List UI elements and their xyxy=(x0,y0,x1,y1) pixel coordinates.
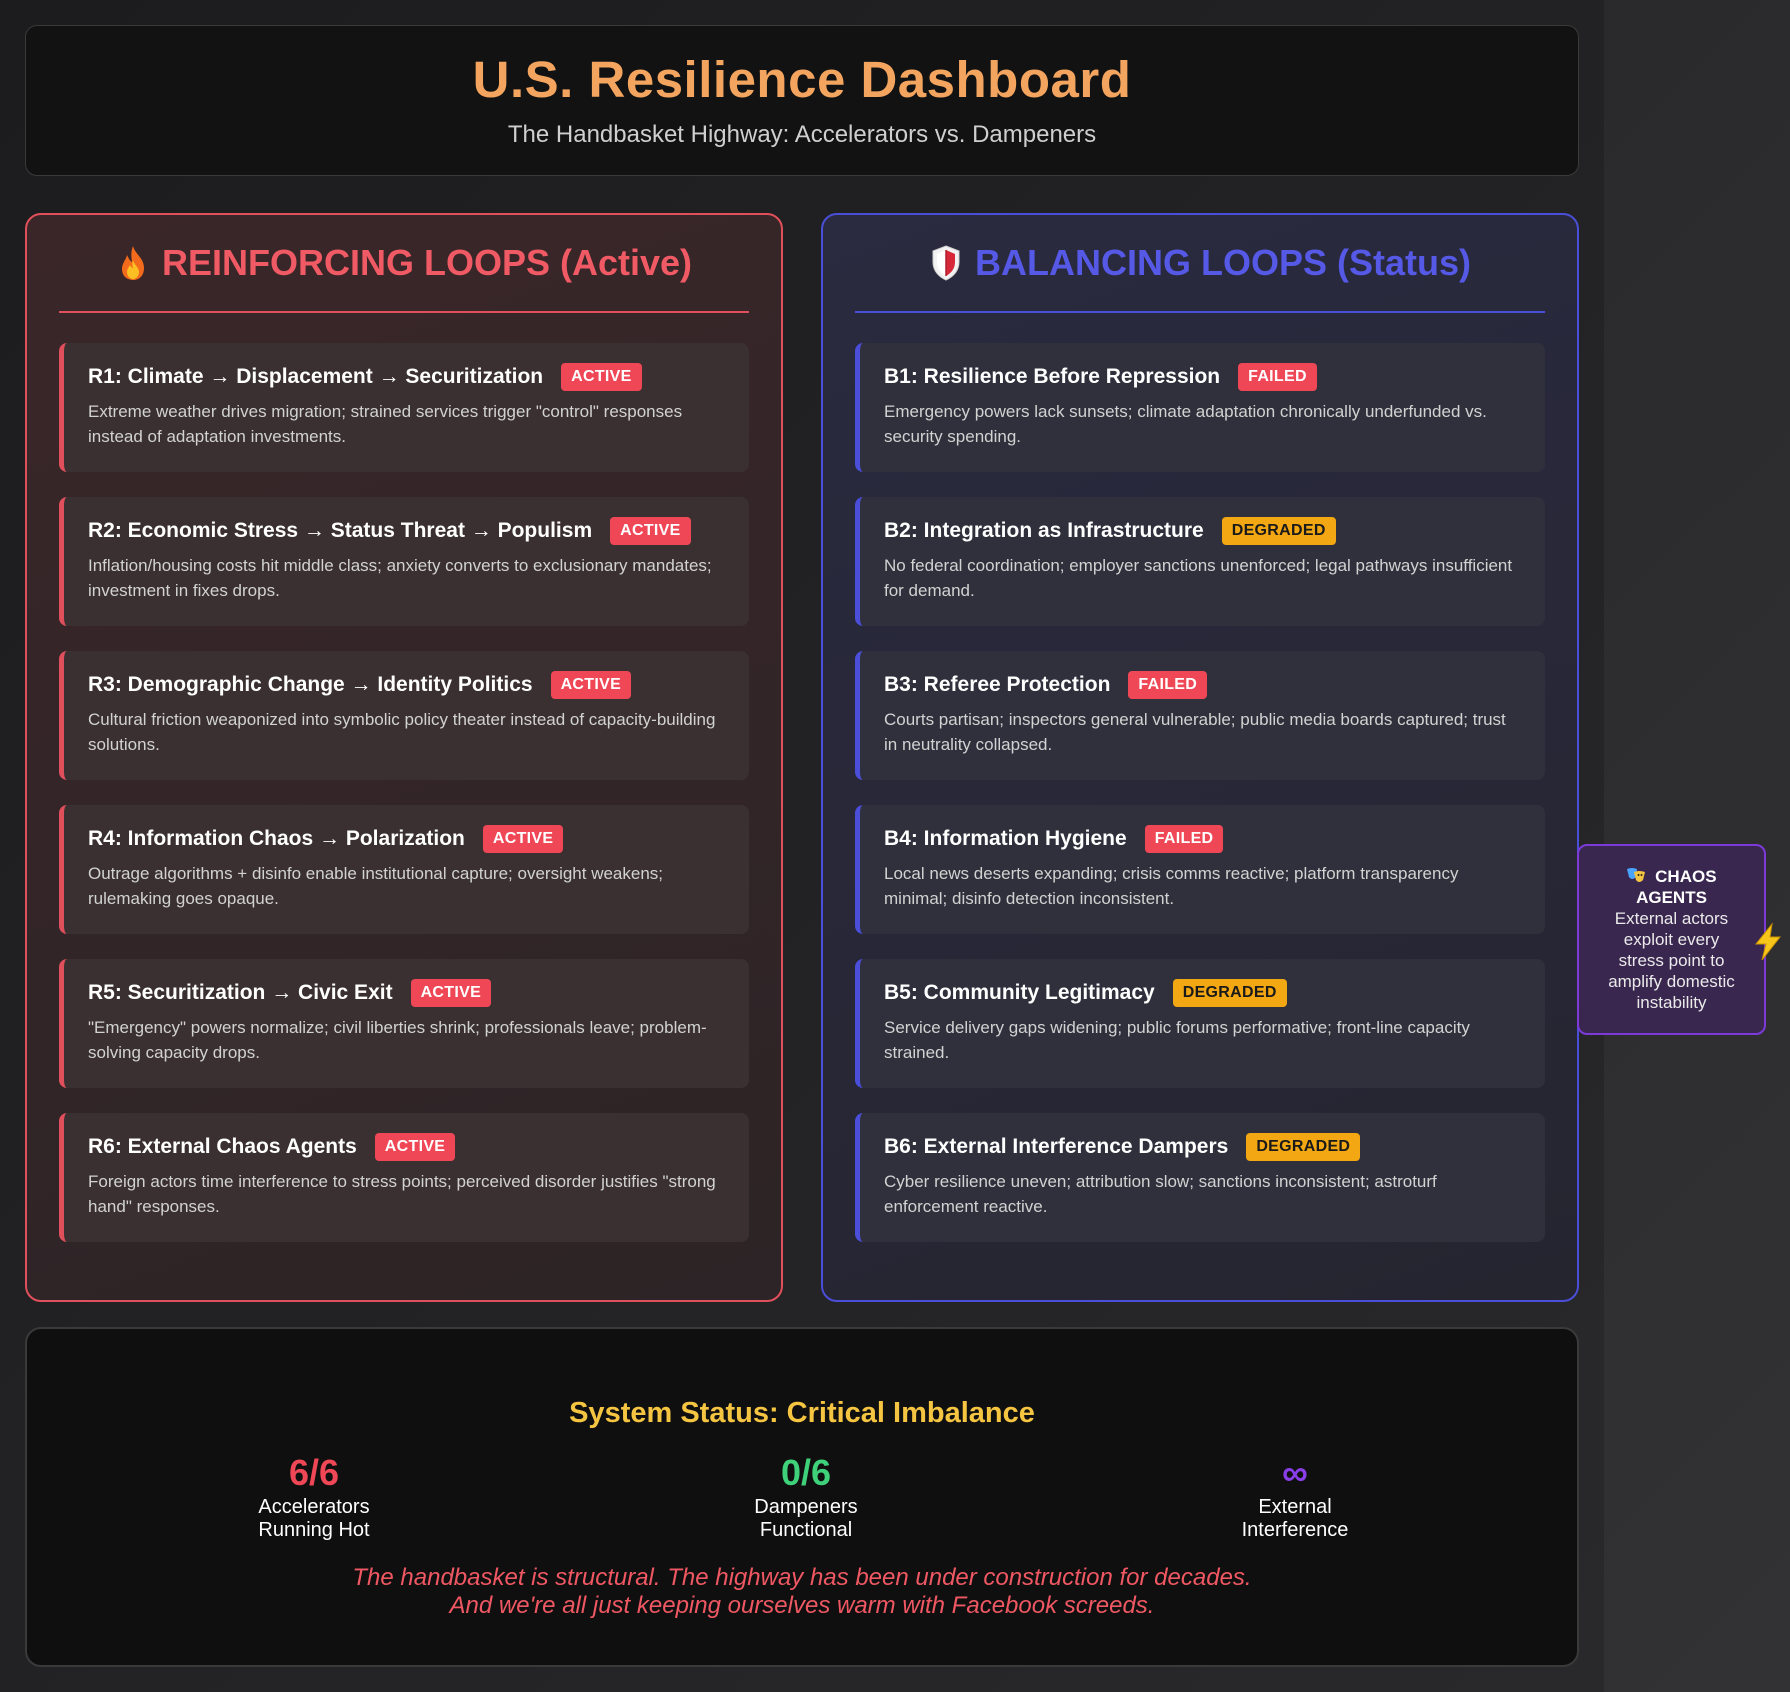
status-badge: DEGRADED xyxy=(1172,979,1287,1007)
chaos-desc-line: amplify domestic xyxy=(1608,972,1735,991)
status-metrics: 6/6 Accelerators Running Hot 0/6 Dampene… xyxy=(27,1452,1577,1562)
loop-title: B1: Resilience Before Repression xyxy=(884,365,1221,388)
reinforcing-panel-title-text: REINFORCING LOOPS (Active) xyxy=(161,242,693,283)
page-subtitle: The Handbasket Highway: Accelerators vs.… xyxy=(507,121,1097,148)
metric-dampeners: 0/6 Dampeners Functional xyxy=(686,1452,926,1542)
loop-card-r3: R3: Demographic Change → Identity Politi… xyxy=(59,651,749,780)
shield-icon xyxy=(932,245,960,281)
status-badge: FAILED xyxy=(1238,363,1317,391)
metric-label-line: Running Hot xyxy=(258,1519,370,1541)
reinforcing-panel-title: REINFORCING LOOPS (Active) xyxy=(59,215,749,313)
quote-line: The handbasket is structural. The highwa… xyxy=(352,1564,1252,1591)
loop-description: Outrage algorithms + disinfo enable inst… xyxy=(88,864,664,908)
metric-label: Accelerators Running Hot xyxy=(194,1496,434,1542)
status-badge: ACTIVE xyxy=(482,825,564,853)
metric-value: 6/6 xyxy=(288,1452,340,1493)
chaos-desc-line: instability xyxy=(1636,993,1707,1012)
chaos-title-line2: AGENTS xyxy=(1636,888,1707,907)
chaos-desc-line: exploit every xyxy=(1623,930,1720,949)
chaos-agents-title: CHAOS AGENTS xyxy=(1579,866,1764,908)
chaos-agents-description: External actors exploit every stress poi… xyxy=(1579,908,1764,1013)
reinforcing-loops-panel: REINFORCING LOOPS (Active) R1: Climate →… xyxy=(25,213,783,1302)
loop-card-r6: R6: External Chaos Agents ACTIVE Foreign… xyxy=(59,1113,749,1242)
metric-label-line: External xyxy=(1258,1496,1332,1518)
loop-card-b1: B1: Resilience Before Repression FAILED … xyxy=(855,343,1545,472)
status-badge: FAILED xyxy=(1144,825,1224,853)
metric-value: ∞ xyxy=(1282,1452,1308,1493)
page-title: U.S. Resilience Dashboard xyxy=(472,51,1132,108)
loop-title: B4: Information Hygiene xyxy=(884,827,1127,850)
chaos-title-line1: CHAOS xyxy=(1655,867,1717,886)
loop-description: Inflation/housing costs hit middle class… xyxy=(88,556,712,600)
loop-description: Cultural friction weaponized into symbol… xyxy=(88,710,716,754)
loop-card-r5: R5: Securitization → Civic Exit ACTIVE "… xyxy=(59,959,749,1088)
balancing-panel-title-text: BALANCING LOOPS (Status) xyxy=(974,242,1471,283)
system-status-panel: System Status: Critical Imbalance 6/6 Ac… xyxy=(25,1327,1579,1667)
loop-card-r2: R2: Economic Stress → Status Threat → Po… xyxy=(59,497,749,626)
loop-title: R4: Information Chaos → Polarization xyxy=(88,827,465,850)
metric-label-line: Dampeners xyxy=(754,1496,858,1518)
loop-description: "Emergency" powers normalize; civil libe… xyxy=(88,1018,707,1062)
loop-title: R2: Economic Stress → Status Threat → Po… xyxy=(88,519,593,542)
quote-line: And we're all just keeping ourselves war… xyxy=(449,1592,1155,1619)
dashboard-page: U.S. Resilience Dashboard The Handbasket… xyxy=(0,0,1790,1692)
loop-description: Local news deserts expanding; crisis com… xyxy=(884,864,1459,908)
loop-description: Service delivery gaps widening; public f… xyxy=(884,1018,1470,1062)
theater-masks-icon xyxy=(1627,868,1646,882)
loop-title: B3: Referee Protection xyxy=(884,673,1111,696)
loop-title: R5: Securitization → Civic Exit xyxy=(88,981,393,1004)
loop-title: B6: External Interference Dampers xyxy=(884,1135,1229,1158)
metric-label-line: Interference xyxy=(1241,1519,1349,1541)
loop-card-b4: B4: Information Hygiene FAILED Local new… xyxy=(855,805,1545,934)
loop-description: Foreign actors time interference to stre… xyxy=(88,1172,716,1216)
status-badge: DEGRADED xyxy=(1246,1133,1361,1161)
loop-title: B2: Integration as Infrastructure xyxy=(884,519,1204,542)
metric-accelerators: 6/6 Accelerators Running Hot xyxy=(194,1452,434,1542)
status-badge: ACTIVE xyxy=(550,671,632,699)
status-badge: DEGRADED xyxy=(1221,517,1336,545)
loop-description: Courts partisan; inspectors general vuln… xyxy=(884,710,1506,754)
loop-card-r1: R1: Climate → Displacement → Securitizat… xyxy=(59,343,749,472)
chaos-agents-card: CHAOS AGENTS External actors exploit eve… xyxy=(1577,844,1766,1035)
status-title: System Status: Critical Imbalance xyxy=(569,1397,1035,1429)
metric-label: Dampeners Functional xyxy=(686,1496,926,1542)
loop-title: R1: Climate → Displacement → Securitizat… xyxy=(88,365,544,388)
loop-card-b5: B5: Community Legitimacy DEGRADED Servic… xyxy=(855,959,1545,1088)
chaos-desc-line: External actors xyxy=(1614,909,1729,928)
status-badge: FAILED xyxy=(1128,671,1208,699)
status-badge: ACTIVE xyxy=(410,979,492,1007)
loop-title: R6: External Chaos Agents xyxy=(88,1135,357,1158)
status-badge: ACTIVE xyxy=(610,517,691,545)
metric-external-interference: ∞ External Interference xyxy=(1175,1452,1415,1542)
loop-title: B5: Community Legitimacy xyxy=(884,981,1155,1004)
balancing-panel-title: BALANCING LOOPS (Status) xyxy=(855,215,1545,313)
loop-card-b3: B3: Referee Protection FAILED Courts par… xyxy=(855,651,1545,780)
loop-description: Emergency powers lack sunsets; climate a… xyxy=(884,402,1487,446)
loop-card-b6: B6: External Interference Dampers DEGRAD… xyxy=(855,1113,1545,1242)
metric-label: External Interference xyxy=(1175,1496,1415,1542)
metric-value: 0/6 xyxy=(780,1452,832,1493)
lightning-bolt-icon xyxy=(1754,922,1782,961)
loop-title: R3: Demographic Change → Identity Politi… xyxy=(88,673,533,696)
balancing-loops-panel: BALANCING LOOPS (Status) B1: Resilience … xyxy=(821,213,1579,1302)
page-header: U.S. Resilience Dashboard The Handbasket… xyxy=(25,25,1579,176)
loop-card-r4: R4: Information Chaos → Polarization ACT… xyxy=(59,805,749,934)
status-badge: ACTIVE xyxy=(374,1133,456,1161)
loop-card-b2: B2: Integration as Infrastructure DEGRAD… xyxy=(855,497,1545,626)
loop-description: No federal coordination; employer sancti… xyxy=(884,556,1513,600)
metric-label-line: Functional xyxy=(759,1519,853,1541)
status-badge: ACTIVE xyxy=(561,363,642,391)
loop-description: Cyber resilience uneven; attribution slo… xyxy=(884,1172,1437,1216)
metric-label-line: Accelerators xyxy=(258,1496,370,1518)
closing-quote: The handbasket is structural. The highwa… xyxy=(27,1564,1577,1620)
chaos-desc-line: stress point to xyxy=(1618,951,1725,970)
loop-description: Extreme weather drives migration; strain… xyxy=(88,402,683,446)
fire-icon xyxy=(121,246,144,280)
